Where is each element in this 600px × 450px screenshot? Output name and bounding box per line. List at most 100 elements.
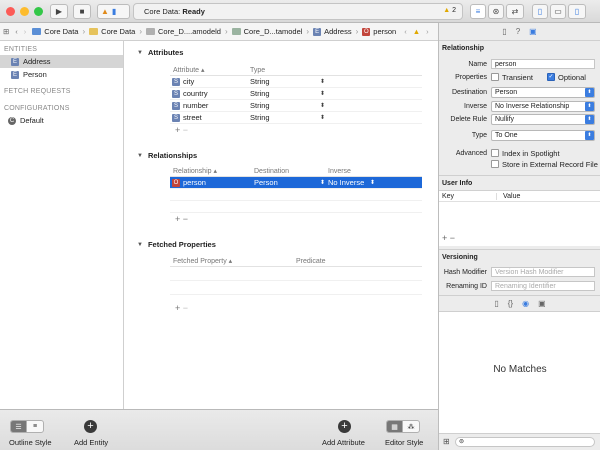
column-header-relationship[interactable]: Relationship ▴: [170, 167, 254, 175]
chevron-updown-icon[interactable]: ⬍: [320, 78, 325, 85]
add-attribute-button[interactable]: Add Attribute: [322, 438, 365, 447]
close-window-button[interactable]: [6, 7, 15, 16]
jump-item-entity[interactable]: E Address: [310, 27, 355, 36]
remove-icon[interactable]: −: [183, 214, 188, 224]
disclosure-triangle-icon[interactable]: ▼: [137, 242, 143, 248]
quick-help-icon[interactable]: ?: [516, 27, 520, 36]
relationship-destination[interactable]: Person: [254, 178, 320, 187]
chevron-updown-icon[interactable]: ⬍: [320, 114, 325, 121]
toggle-debug-button[interactable]: ▭: [550, 4, 566, 19]
standard-editor-button[interactable]: ≡: [470, 4, 486, 19]
toggle-navigator-button[interactable]: ▯: [532, 4, 548, 19]
attribute-row[interactable]: Sstreet String ⬍: [170, 112, 422, 124]
column-header-predicate[interactable]: Predicate: [296, 258, 406, 265]
jump-item-folder[interactable]: Core Data: [86, 27, 138, 36]
issue-nav-back[interactable]: ‹: [401, 27, 410, 36]
name-field[interactable]: person: [491, 59, 595, 69]
sidebar-item-default[interactable]: C Default: [0, 114, 123, 127]
version-editor-button[interactable]: ⇄: [506, 4, 524, 19]
remove-icon[interactable]: −: [183, 125, 188, 135]
attribute-row[interactable]: Scity String ⬍: [170, 76, 422, 88]
table-editor-icon[interactable]: ▦: [387, 421, 403, 432]
sidebar-item-person[interactable]: E Person: [0, 68, 123, 81]
grid-view-icon[interactable]: ⊞: [443, 437, 450, 446]
chevron-updown-icon[interactable]: ⬍: [320, 179, 328, 186]
add-icon[interactable]: +: [175, 125, 180, 135]
hash-modifier-field[interactable]: Version Hash Modifier: [491, 267, 595, 277]
index-spotlight-checkbox[interactable]: [491, 149, 499, 157]
add-attribute-icon[interactable]: +: [338, 420, 351, 433]
back-button[interactable]: ‹: [12, 27, 21, 36]
warning-badge[interactable]: ▲ 2: [443, 7, 456, 14]
add-entity-icon[interactable]: +: [84, 420, 97, 433]
column-header-fetched-property[interactable]: Fetched Property ▴: [170, 257, 296, 265]
zoom-window-button[interactable]: [34, 7, 43, 16]
transient-checkbox[interactable]: [491, 73, 499, 81]
attribute-row[interactable]: Snumber String ⬍: [170, 100, 422, 112]
attribute-type[interactable]: String: [250, 77, 320, 86]
warning-icon[interactable]: ▲: [410, 27, 423, 36]
remove-icon[interactable]: −: [183, 303, 188, 313]
column-header-value[interactable]: Value: [497, 193, 520, 200]
add-icon[interactable]: +: [175, 303, 180, 313]
column-header-inverse[interactable]: Inverse: [328, 168, 408, 175]
outline-style-control[interactable]: ☰ ≡: [10, 420, 44, 433]
attribute-type[interactable]: String: [250, 89, 320, 98]
optional-checkbox[interactable]: ✓: [547, 73, 555, 81]
media-library-icon[interactable]: ▣: [538, 299, 546, 308]
data-model-inspector-icon[interactable]: ▣: [529, 27, 537, 36]
renaming-id-field[interactable]: Renaming Identifier: [491, 281, 595, 291]
attribute-type[interactable]: String: [250, 101, 320, 110]
remove-icon[interactable]: −: [450, 233, 455, 243]
chevron-updown-icon[interactable]: ⬍: [320, 90, 325, 97]
disclosure-triangle-icon[interactable]: ▼: [137, 50, 143, 56]
attribute-row[interactable]: Scountry String ⬍: [170, 88, 422, 100]
add-entity-button[interactable]: Add Entity: [74, 438, 108, 447]
relationship-inverse[interactable]: No Inverse: [328, 178, 370, 187]
editor-style-control[interactable]: ▦ ⁂: [386, 420, 420, 433]
delete-rule-select[interactable]: Nullify ⬍: [491, 113, 595, 125]
attribute-type[interactable]: String: [250, 113, 320, 122]
minimize-window-button[interactable]: [20, 7, 29, 16]
column-header-key[interactable]: Key: [439, 192, 497, 200]
external-record-checkbox[interactable]: [491, 160, 499, 168]
relationship-row[interactable]: Operson Person ⬍ No Inverse ⬍: [170, 177, 422, 189]
jump-item-relationship[interactable]: Operson: [359, 27, 399, 36]
object-library-icon[interactable]: ◉: [522, 299, 529, 308]
list-style-icon[interactable]: ≡: [27, 421, 43, 432]
jump-item-model[interactable]: Core_D...tamodel: [229, 27, 306, 36]
chevron-updown-icon[interactable]: ⬍: [320, 102, 325, 109]
sidebar-item-address[interactable]: E Address: [0, 55, 123, 68]
column-header-destination[interactable]: Destination: [254, 168, 328, 175]
table-style-icon[interactable]: ☰: [11, 421, 27, 432]
destination-select[interactable]: Person ⬍: [491, 86, 595, 98]
code-snippet-icon[interactable]: {}: [508, 299, 513, 308]
column-header-attribute[interactable]: Attribute ▴: [170, 66, 250, 74]
file-template-icon[interactable]: ▯: [494, 299, 498, 308]
inverse-select[interactable]: No Inverse Relationship ⬍: [491, 100, 595, 112]
file-inspector-icon[interactable]: ▯: [502, 27, 506, 36]
relationships-section-header[interactable]: ▼ Relationships: [137, 151, 197, 160]
forward-button[interactable]: ›: [21, 27, 30, 36]
run-button[interactable]: ▶: [50, 4, 68, 19]
chevron-updown-icon[interactable]: ⬍: [370, 179, 375, 186]
scheme-selector[interactable]: ▲ ▮: [97, 4, 130, 19]
destination-label: Destination: [451, 88, 487, 96]
fetched-properties-section-header[interactable]: ▼ Fetched Properties: [137, 240, 216, 249]
add-icon[interactable]: +: [175, 214, 180, 224]
library-filter-field[interactable]: ⊜: [455, 437, 595, 447]
related-items-icon[interactable]: ⊞: [0, 27, 12, 36]
column-header-type[interactable]: Type: [250, 67, 370, 74]
stop-button[interactable]: ■: [73, 4, 91, 19]
jump-item-modeld[interactable]: Core_D....amodeld: [143, 27, 224, 36]
graph-editor-icon[interactable]: ⁂: [403, 421, 419, 432]
disclosure-triangle-icon[interactable]: ▼: [137, 153, 143, 159]
add-icon[interactable]: +: [442, 233, 447, 243]
toggle-utilities-button[interactable]: ▯: [568, 4, 586, 19]
issue-nav-forward[interactable]: ›: [423, 27, 432, 36]
properties-label: Properties: [455, 73, 487, 81]
attributes-section-header[interactable]: ▼ Attributes: [137, 48, 183, 57]
jump-item-project[interactable]: Core Data: [29, 27, 81, 36]
type-select[interactable]: To One ⬍: [491, 129, 595, 141]
assistant-editor-button[interactable]: ⊛: [488, 4, 504, 19]
